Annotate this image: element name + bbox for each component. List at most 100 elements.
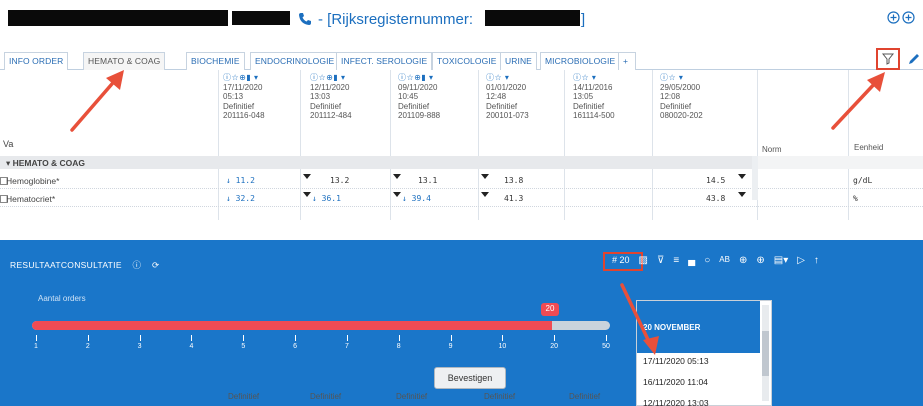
- dropdown-scroll-thumb[interactable]: [762, 331, 769, 376]
- result-cell[interactable]: 13.1: [418, 176, 437, 185]
- sort-icon[interactable]: ≡: [673, 255, 679, 266]
- tab-biochemie[interactable]: BIOCHEMIE: [186, 52, 245, 70]
- upload-icon[interactable]: ↑: [814, 255, 819, 266]
- underlying-cell: Definitief: [484, 392, 516, 401]
- column-date: 09/11/2020: [398, 82, 438, 92]
- column-header-icons[interactable]: ⓘ☆ ▾: [573, 73, 615, 83]
- tab-microbiologie[interactable]: MICROBIOLOGIE: [540, 52, 621, 70]
- slider-fill: [32, 321, 553, 330]
- flag-marker: [393, 174, 401, 179]
- slider-tick: [36, 335, 37, 341]
- zoom-in-icon[interactable]: ⊕: [739, 255, 747, 266]
- redacted-patient-name-2: [232, 11, 290, 25]
- flag-marker: [303, 174, 311, 179]
- slider-tick-label: 9: [448, 343, 453, 350]
- column-header-icons[interactable]: ⓘ☆ ▾: [660, 73, 703, 83]
- panel-title: RESULTAATCONSULTATIE ⓘ ⟳: [10, 259, 159, 271]
- underlying-cell: Definitief: [569, 392, 601, 401]
- info-icon[interactable]: ⓘ: [132, 260, 141, 270]
- tab-infect-serologie[interactable]: INFECT. SEROLOGIE: [336, 52, 433, 70]
- column-header-icons[interactable]: ⓘ☆⊕▮ ▾: [398, 73, 440, 83]
- table-row[interactable]: Hemoglobine* ↓ 11.2 13.2 13.1 13.8 14.5 …: [0, 173, 923, 189]
- slider-tick-label: 5: [241, 343, 246, 350]
- column-status: Definitief: [310, 101, 342, 111]
- result-cell[interactable]: ↓ 32.2: [226, 194, 255, 203]
- norm-header: Norm: [762, 145, 782, 154]
- column-header[interactable]: ⓘ☆ ▾ 14/11/2016 13:05 Definitief 161114-…: [573, 73, 615, 121]
- row-label: Hematocriet*: [6, 194, 56, 204]
- column-header[interactable]: ⓘ☆⊕▮ ▾ 12/11/2020 13:03 Definitief 20111…: [310, 73, 352, 121]
- dropdown-item[interactable]: 17/11/2020 05:13: [643, 356, 709, 366]
- resultaatconsultatie-panel: RESULTAATCONSULTATIE ⓘ ⟳ # 20 ▨ ⊽ ≡ ▄ ○ …: [0, 240, 923, 406]
- slider-tick: [502, 335, 504, 341]
- slider-tick: [346, 335, 348, 341]
- zoom-out-icon[interactable]: ⊕: [756, 255, 764, 266]
- circle-icon[interactable]: ○: [704, 255, 710, 266]
- result-cell[interactable]: ↓ 39.4: [402, 194, 431, 203]
- ab-icon[interactable]: AB: [719, 255, 730, 266]
- export-icon[interactable]: ▷: [797, 255, 805, 266]
- column-status: Definitief: [486, 101, 518, 111]
- column-order-id: 201112-484: [310, 111, 352, 120]
- funnel-icon[interactable]: ⊽: [657, 255, 664, 266]
- flag-marker: [303, 192, 311, 197]
- result-cell[interactable]: 41.3: [504, 194, 523, 203]
- eenheid-header: Eenheid: [854, 143, 884, 152]
- order-date-dropdown[interactable]: 20 NOVEMBER 17/11/2020 05:13 16/11/2020 …: [636, 300, 772, 406]
- slider-tick-label: 4: [189, 343, 194, 350]
- document-dropdown-icon[interactable]: ▤▾: [774, 255, 788, 266]
- tab-urine[interactable]: URINE: [500, 52, 537, 70]
- tab-endocrinologie[interactable]: ENDOCRINOLOGIE: [250, 52, 340, 70]
- dropdown-item[interactable]: 16/11/2020 11:04: [643, 377, 708, 387]
- group-row-extension: [757, 156, 923, 169]
- phone-icon[interactable]: [298, 12, 312, 26]
- tab-toxicologie[interactable]: TOXICOLOGIE: [432, 52, 502, 70]
- bevestigen-button[interactable]: Bevestigen: [434, 367, 506, 389]
- table-row[interactable]: Hematocriet* ↓ 32.2 ↓ 36.1 ↓ 39.4 41.3 4…: [0, 191, 923, 207]
- column-status: Definitief: [660, 101, 692, 111]
- dropdown-item[interactable]: 12/11/2020 13:03: [643, 398, 709, 406]
- result-cell[interactable]: 14.5: [706, 176, 725, 185]
- slider-tick-label: 10: [498, 343, 507, 350]
- title-bracket: ]: [581, 11, 586, 28]
- tab-hemato-coag[interactable]: HEMATO & COAG: [83, 52, 166, 70]
- result-cell[interactable]: 13.2: [330, 176, 349, 185]
- copy-icon[interactable]: ▨: [639, 255, 648, 266]
- tab-add[interactable]: +: [618, 52, 636, 70]
- column-status: Definitief: [573, 101, 605, 111]
- column-header[interactable]: ⓘ☆ ▾ 29/05/2000 12:08 Definitief 080020-…: [660, 73, 703, 121]
- result-cell[interactable]: ↓ 11.2: [226, 176, 255, 185]
- plus-circle-icon[interactable]: [902, 11, 915, 24]
- underlying-cell: Definitief: [396, 392, 428, 401]
- column-order-id: 161114-500: [573, 111, 615, 120]
- slider-tick: [87, 335, 89, 341]
- column-header-icons[interactable]: ⓘ☆⊕▮ ▾: [223, 73, 265, 83]
- column-status: Definitief: [398, 101, 430, 111]
- column-header[interactable]: ⓘ☆⊕▮ ▾ 17/11/2020 05:13 Definitief 20111…: [223, 73, 265, 121]
- slider-value-bubble[interactable]: 20: [541, 303, 559, 316]
- title-label: - [Rijksregisternummer:: [318, 11, 474, 28]
- result-cell[interactable]: 13.8: [504, 176, 523, 185]
- refresh-icon[interactable]: ⟳: [152, 260, 159, 270]
- order-count-label[interactable]: # 20: [612, 255, 630, 266]
- column-header-icons[interactable]: ⓘ☆ ▾: [486, 73, 529, 83]
- column-header-icons[interactable]: ⓘ☆⊕▮ ▾: [310, 73, 352, 83]
- panel-toolbar: # 20 ▨ ⊽ ≡ ▄ ○ AB ⊕ ⊕ ▤▾ ▷ ↑: [612, 255, 819, 266]
- column-header[interactable]: ⓘ☆ ▾ 01/01/2020 12:48 Definitief 200101-…: [486, 73, 529, 121]
- slider-tick: [554, 335, 556, 341]
- filter-button[interactable]: [876, 48, 900, 70]
- aantal-orders-label: Aantal orders: [38, 294, 86, 303]
- result-cell[interactable]: 43.8: [706, 194, 725, 203]
- column-header[interactable]: ⓘ☆⊕▮ ▾ 09/11/2020 10:45 Definitief 20110…: [398, 73, 440, 121]
- column-time: 12:48: [486, 92, 507, 101]
- plus-circle-icon[interactable]: [887, 11, 900, 24]
- column-date: 29/05/2000: [660, 82, 701, 92]
- group-header-hemato-coag[interactable]: ▾ HEMATO & COAG: [0, 156, 757, 169]
- slider-tick-label: 6: [293, 343, 298, 350]
- redacted-rijksregisternummer: [485, 10, 580, 26]
- chart-icon[interactable]: ▄: [688, 255, 695, 266]
- pencil-icon[interactable]: [907, 52, 921, 66]
- result-cell[interactable]: ↓ 36.1: [312, 194, 341, 203]
- tab-info-order[interactable]: INFO ORDER: [4, 52, 69, 70]
- grid-scrollbar[interactable]: [752, 156, 758, 200]
